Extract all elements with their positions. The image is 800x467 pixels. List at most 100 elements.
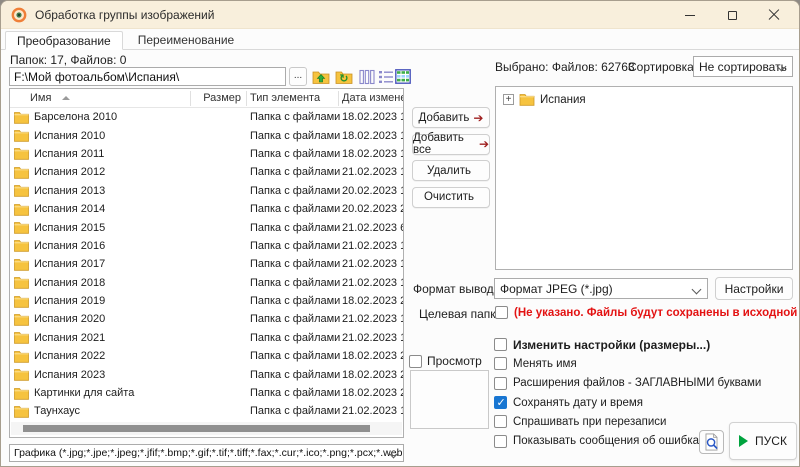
path-input[interactable] — [9, 67, 286, 86]
file-rows: Барселона 2010 Папка с файлами 18.02.202… — [10, 108, 403, 421]
file-row[interactable]: Испания 2012 Папка с файлами 21.02.2023 … — [10, 163, 403, 181]
file-filter-select[interactable]: Графика (*.jpg;*.jpe;*.jpeg;*.jfif;*.bmp… — [9, 444, 404, 462]
file-name: Картинки для сайта — [34, 387, 250, 399]
selected-folders-tree[interactable]: + Испания — [495, 86, 793, 270]
column-header-date[interactable]: Дата изменени — [342, 92, 404, 104]
file-row[interactable]: Картинки для сайта Папка с файлами 18.02… — [10, 384, 403, 402]
transfer-button-label: Добавить все — [413, 132, 475, 156]
file-row[interactable]: Таунхаус Папка с файлами 21.02.2023 19:4 — [10, 402, 403, 420]
file-row[interactable]: Испания 2013 Папка с файлами 20.02.2023 … — [10, 182, 403, 200]
file-row[interactable]: Испания 2016 Папка с файлами 21.02.2023 … — [10, 237, 403, 255]
file-row[interactable]: Испания 2020 Папка с файлами 21.02.2023 … — [10, 310, 403, 328]
transfer-button-label: Очистить — [424, 191, 474, 203]
column-header-name[interactable]: Имя — [30, 92, 51, 104]
folder-icon — [14, 331, 29, 344]
folder-icon — [14, 166, 29, 179]
file-type: Папка с файлами — [250, 258, 342, 270]
file-date: 20.02.2023 22:5 — [342, 203, 403, 215]
option-checkbox[interactable] — [494, 396, 507, 409]
details-view-icon — [378, 69, 394, 85]
transfer-buttons: Добавить ➔ Добавить все ➔ Удалить Очисти… — [412, 107, 490, 213]
file-date: 21.02.2023 11:5 — [342, 258, 403, 270]
file-row[interactable]: Испания 2023 Папка с файлами 18.02.2023 … — [10, 365, 403, 383]
option-row[interactable]: Менять имя — [494, 354, 761, 373]
transfer-button[interactable]: Очистить — [412, 187, 490, 208]
file-type: Папка с файлами — [250, 313, 342, 325]
column-separator — [246, 91, 247, 106]
column-header-type[interactable]: Тип элемента — [250, 92, 320, 104]
option-checkbox[interactable] — [494, 415, 507, 428]
output-format-select[interactable]: Формат JPEG (*.jpg) — [494, 278, 708, 299]
transfer-button[interactable]: Добавить все ➔ — [412, 134, 490, 155]
columns-view-icon — [359, 69, 375, 85]
sort-select[interactable]: Не сортировать — [693, 56, 793, 77]
sort-ascending-icon — [62, 96, 70, 100]
file-row[interactable]: Испания 2022 Папка с файлами 18.02.2023 … — [10, 347, 403, 365]
file-type: Папка с файлами — [250, 295, 342, 307]
column-separator — [190, 91, 191, 106]
transfer-button-label: Добавить — [419, 112, 470, 124]
file-row[interactable]: Барселона 2010 Папка с файлами 18.02.202… — [10, 108, 403, 126]
transfer-button[interactable]: Добавить ➔ — [412, 107, 490, 128]
option-row[interactable]: Расширения файлов - ЗАГЛАВНЫМИ буквами — [494, 374, 761, 393]
folder-icon — [14, 313, 29, 326]
file-row[interactable]: Испания 2010 Папка с файлами 18.02.2023 … — [10, 126, 403, 144]
file-name: Испания 2022 — [34, 350, 250, 362]
file-type: Папка с файлами — [250, 222, 342, 234]
play-icon — [739, 435, 748, 447]
file-date: 18.02.2023 22:2 — [342, 387, 403, 399]
tab-rename[interactable]: Переименование — [127, 31, 246, 50]
file-row[interactable]: Испания 2011 Папка с файлами 18.02.2023 … — [10, 145, 403, 163]
minimize-button[interactable] — [669, 1, 711, 29]
option-label: Менять имя — [513, 358, 577, 370]
table-view-button[interactable] — [393, 67, 412, 86]
option-checkbox[interactable] — [494, 338, 507, 351]
option-checkbox[interactable] — [494, 435, 507, 448]
tree-expand-icon[interactable]: + — [503, 94, 514, 105]
maximize-button[interactable] — [711, 1, 753, 29]
folder-refresh-button[interactable]: ↻ — [334, 67, 353, 86]
file-type: Папка с файлами — [250, 203, 342, 215]
file-row[interactable]: Испания 2018 Папка с файлами 21.02.2023 … — [10, 274, 403, 292]
file-name: Испания 2023 — [34, 369, 250, 381]
transfer-button[interactable]: Удалить — [412, 160, 490, 181]
file-date: 18.02.2023 18:5 — [342, 111, 403, 123]
tree-node-label: Испания — [540, 94, 586, 106]
folder-icon — [14, 387, 29, 400]
close-button[interactable] — [753, 1, 795, 29]
close-icon — [768, 9, 780, 21]
start-button[interactable]: ПУСК — [729, 422, 797, 460]
transfer-button-label: Удалить — [427, 165, 471, 177]
file-name: Барселона 2010 — [34, 111, 250, 123]
columns-view-button[interactable] — [357, 67, 376, 86]
format-settings-button[interactable]: Настройки — [715, 277, 793, 300]
sort-label: Сортировка: — [628, 60, 697, 74]
file-name: Испания 2011 — [34, 148, 250, 160]
folder-icon — [14, 129, 29, 142]
tree-node-root[interactable]: + Испания — [503, 93, 792, 106]
option-row[interactable]: Сохранять дату и время — [494, 393, 761, 412]
horizontal-scrollbar[interactable] — [11, 422, 402, 435]
target-folder-checkbox[interactable] — [495, 306, 508, 319]
column-header-size[interactable]: Размер — [193, 92, 241, 104]
file-row[interactable]: Испания 2021 Папка с файлами 21.02.2023 … — [10, 329, 403, 347]
file-row[interactable]: Испания 2017 Папка с файлами 21.02.2023 … — [10, 255, 403, 273]
folder-icon — [14, 111, 29, 124]
file-row[interactable]: Испания 2019 Папка с файлами 18.02.2023 … — [10, 292, 403, 310]
folder-up-button[interactable] — [311, 67, 330, 86]
option-checkbox[interactable] — [494, 357, 507, 370]
browse-button[interactable]: ... — [289, 67, 307, 86]
source-file-list[interactable]: Имя Размер Тип элемента Дата изменени Ба… — [9, 88, 404, 438]
file-date: 18.02.2023 19:0 — [342, 148, 403, 160]
horizontal-scrollbar-thumb[interactable] — [23, 425, 370, 432]
option-row[interactable]: Изменить настройки (размеры...) — [494, 335, 761, 354]
preview-checkbox[interactable] — [409, 355, 422, 368]
tab-conversion[interactable]: Преобразование — [5, 31, 123, 50]
preview-report-button[interactable] — [699, 430, 724, 454]
column-separator — [338, 91, 339, 106]
option-row[interactable]: Спрашивать при перезаписи — [494, 412, 761, 431]
file-row[interactable]: Испания 2015 Папка с файлами 21.02.2023 … — [10, 218, 403, 236]
option-checkbox[interactable] — [494, 377, 507, 390]
output-format-label: Формат вывода: — [413, 282, 504, 296]
file-row[interactable]: Испания 2014 Папка с файлами 20.02.2023 … — [10, 200, 403, 218]
